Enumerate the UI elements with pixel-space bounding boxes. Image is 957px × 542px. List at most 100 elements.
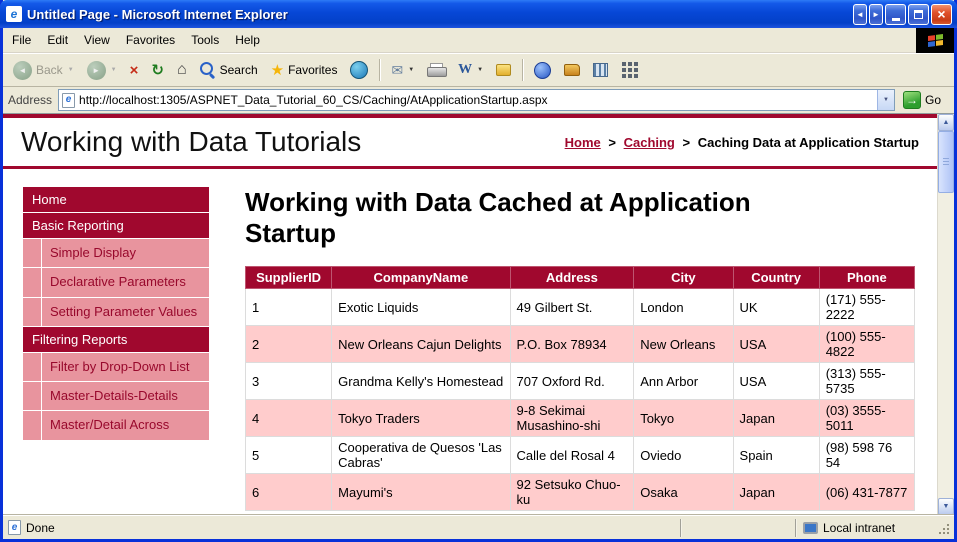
- sidebar-item-simple-display[interactable]: Simple Display: [23, 239, 209, 267]
- sidebar-item-master-detail-across[interactable]: Master/Detail Across: [23, 411, 209, 439]
- window-back-button[interactable]: ◄: [853, 4, 867, 25]
- sidebar-indent: [23, 411, 41, 439]
- title-bar[interactable]: e Untitled Page - Microsoft Internet Exp…: [0, 0, 957, 28]
- edit-dropdown-icon: ▼: [477, 67, 483, 73]
- menu-view[interactable]: View: [76, 30, 118, 50]
- address-bar: Address e ▼ → Go: [3, 87, 954, 114]
- breadcrumb-separator: >: [683, 135, 691, 150]
- page-content: Working with Data Tutorials Home > Cachi…: [3, 114, 937, 515]
- grid-icon: [622, 62, 626, 66]
- sidebar-item-master-details-details[interactable]: Master-Details-Details: [23, 382, 209, 410]
- table-cell: New Orleans: [634, 326, 733, 363]
- menu-tools[interactable]: Tools: [183, 30, 227, 50]
- table-cell: USA: [733, 363, 819, 400]
- sidebar-item-basic-reporting[interactable]: Basic Reporting: [23, 213, 209, 238]
- breadcrumb-home-link[interactable]: Home: [565, 135, 601, 150]
- messenger-button[interactable]: [528, 56, 557, 84]
- edit-with-word-button[interactable]: W ▼: [452, 56, 489, 84]
- search-button[interactable]: Search: [194, 56, 264, 84]
- back-button[interactable]: ◄ Back ▼: [7, 56, 80, 84]
- discuss-icon: [496, 64, 511, 76]
- browser-window: e Untitled Page - Microsoft Internet Exp…: [0, 0, 957, 542]
- menu-help[interactable]: Help: [227, 30, 268, 50]
- windows-flag-icon: [928, 33, 943, 46]
- toolbar-separator: [522, 59, 523, 81]
- status-bar: e Done Local intranet: [3, 515, 954, 539]
- stop-button[interactable]: ×: [124, 56, 145, 84]
- sidebar-item-label: Setting Parameter Values: [41, 298, 209, 326]
- sidebar-item-label: Filter by Drop-Down List: [41, 353, 209, 381]
- addon-tool-button[interactable]: [587, 56, 614, 84]
- site-title: Working with Data Tutorials: [21, 126, 361, 158]
- breadcrumb: Home > Caching > Caching Data at Applica…: [565, 135, 919, 150]
- sidebar-indent: [23, 239, 41, 267]
- media-button[interactable]: [344, 56, 374, 84]
- breadcrumb-caching-link[interactable]: Caching: [624, 135, 675, 150]
- col-header-companyname: CompanyName: [332, 267, 510, 289]
- menu-edit[interactable]: Edit: [39, 30, 76, 50]
- sidebar-item-setting-parameter-values[interactable]: Setting Parameter Values: [23, 298, 209, 326]
- refresh-button[interactable]: ↻: [145, 56, 170, 84]
- table-cell: 2: [246, 326, 332, 363]
- zone-text: Local intranet: [823, 521, 895, 535]
- close-button[interactable]: ×: [931, 4, 952, 25]
- scroll-down-button[interactable]: ▼: [938, 498, 954, 515]
- window-forward-button[interactable]: ►: [869, 4, 883, 25]
- sidebar-item-filter-by-dropdown-list[interactable]: Filter by Drop-Down List: [23, 353, 209, 381]
- scrollbar-thumb[interactable]: [938, 131, 954, 193]
- table-row: 1 Exotic Liquids 49 Gilbert St. London U…: [246, 289, 915, 326]
- menu-bar: File Edit View Favorites Tools Help: [3, 28, 954, 53]
- messenger-icon: [534, 62, 551, 79]
- calculator-icon: [593, 63, 608, 77]
- research-button[interactable]: [558, 56, 586, 84]
- discuss-button[interactable]: [490, 56, 517, 84]
- mail-button[interactable]: ✉ ▼: [385, 56, 420, 84]
- home-icon: ⌂: [177, 62, 187, 78]
- maximize-icon: [914, 10, 923, 19]
- menu-file[interactable]: File: [4, 30, 39, 50]
- main-content: Working with Data Cached at Application …: [209, 187, 937, 511]
- tiles-button[interactable]: [615, 56, 645, 84]
- sidebar-item-label: Declarative Parameters: [41, 268, 209, 296]
- forward-button[interactable]: ► ▼: [81, 56, 123, 84]
- sidebar-item-filtering-reports[interactable]: Filtering Reports: [23, 327, 209, 352]
- window-title: Untitled Page - Microsoft Internet Explo…: [27, 7, 848, 22]
- favorites-button[interactable]: ★ Favorites: [265, 56, 344, 84]
- address-input-box[interactable]: e ▼: [58, 89, 895, 111]
- breadcrumb-current: Caching Data at Application Startup: [698, 135, 919, 150]
- table-cell: (171) 555-2222: [819, 289, 914, 326]
- sidebar-indent: [23, 382, 41, 410]
- maximize-button[interactable]: [908, 4, 929, 25]
- site-header: Working with Data Tutorials Home > Cachi…: [3, 118, 937, 166]
- address-dropdown-button[interactable]: ▼: [877, 90, 894, 110]
- page-icon: e: [62, 93, 75, 108]
- go-icon: →: [903, 91, 921, 109]
- windows-logo-throbber: [916, 28, 954, 53]
- menu-favorites[interactable]: Favorites: [118, 30, 183, 50]
- address-input[interactable]: [79, 91, 873, 109]
- scroll-up-button[interactable]: ▲: [938, 114, 954, 131]
- table-row: 3 Grandma Kelly's Homestead 707 Oxford R…: [246, 363, 915, 400]
- vertical-scrollbar[interactable]: ▲ ▼: [937, 114, 954, 515]
- col-header-address: Address: [510, 267, 634, 289]
- table-cell: (98) 598 76 54: [819, 437, 914, 474]
- refresh-icon: ↻: [151, 63, 164, 78]
- sidebar-indent: [23, 268, 41, 296]
- book-icon: [564, 64, 580, 76]
- sidebar-indent: [23, 353, 41, 381]
- col-header-phone: Phone: [819, 267, 914, 289]
- go-button[interactable]: → Go: [901, 91, 949, 109]
- word-icon: W: [458, 63, 472, 77]
- minimize-button[interactable]: [885, 4, 906, 25]
- table-cell: (313) 555-5735: [819, 363, 914, 400]
- security-zone-panel: Local intranet: [795, 519, 930, 537]
- print-button[interactable]: [421, 56, 451, 84]
- scrollbar-track[interactable]: [938, 131, 954, 498]
- home-button[interactable]: ⌂: [171, 56, 193, 84]
- table-cell: 49 Gilbert St.: [510, 289, 634, 326]
- table-cell: 707 Oxford Rd.: [510, 363, 634, 400]
- sidebar-item-declarative-parameters[interactable]: Declarative Parameters: [23, 268, 209, 296]
- resize-grip[interactable]: [935, 519, 952, 537]
- table-cell: 6: [246, 474, 332, 511]
- sidebar-item-home[interactable]: Home: [23, 187, 209, 212]
